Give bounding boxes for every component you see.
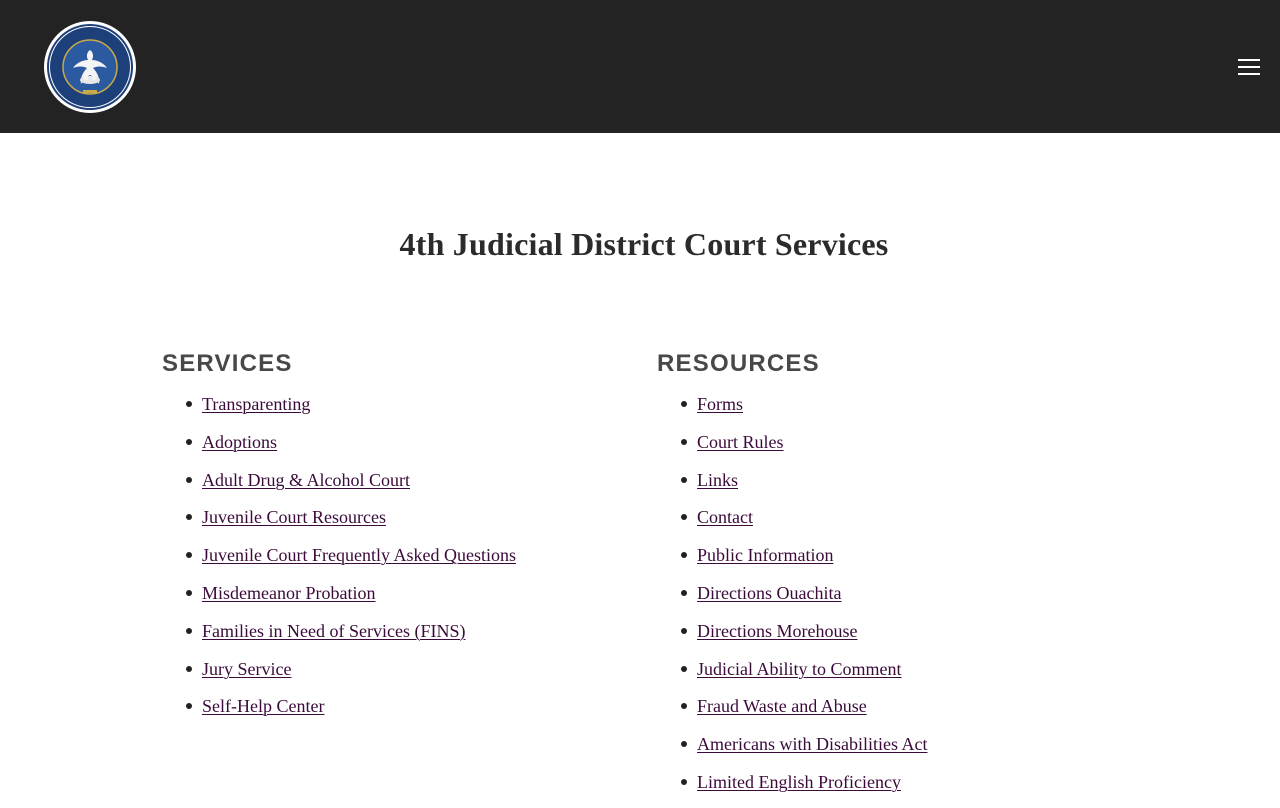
resource-link-links[interactable]: Links [697, 470, 738, 490]
resource-link-limited-english-proficiency[interactable]: Limited English Proficiency [697, 772, 901, 792]
resource-link-judicial-ability-to-comment[interactable]: Judicial Ability to Comment [697, 659, 902, 679]
list-item: Judicial Ability to Comment [657, 657, 927, 695]
louisiana-seal-icon [44, 21, 136, 113]
list-item: Fraud Waste and Abuse [657, 694, 927, 732]
resource-link-directions-ouachita[interactable]: Directions Ouachita [697, 583, 841, 603]
bullet-icon [186, 438, 192, 445]
list-item: Families in Need of Services (FINS) [162, 619, 516, 657]
list-item: Self-Help Center [162, 694, 516, 732]
service-link-transparenting[interactable]: Transparenting [202, 394, 310, 414]
bullet-icon [681, 741, 687, 748]
bullet-icon [186, 401, 192, 407]
bullet-icon [681, 703, 687, 710]
bullet-icon [186, 589, 192, 596]
service-link-juvenile-court-resources[interactable]: Juvenile Court Resources [202, 507, 386, 527]
list-item: Misdemeanor Probation [162, 581, 516, 619]
bullet-icon [681, 627, 687, 634]
service-link-misdemeanor-probation[interactable]: Misdemeanor Probation [202, 583, 375, 603]
list-item: Public Information [657, 543, 927, 581]
bullet-icon [186, 476, 192, 483]
list-item: Links [657, 468, 927, 506]
services-heading: SERVICES [162, 350, 293, 377]
service-link-self-help-center[interactable]: Self-Help Center [202, 696, 324, 716]
list-item: Limited English Proficiency [657, 770, 927, 808]
state-seal-logo[interactable] [43, 20, 137, 114]
resource-link-contact[interactable]: Contact [697, 507, 753, 527]
list-item: Juvenile Court Resources [162, 505, 516, 543]
resources-section: RESOURCES Forms Court Rules Links Contac… [657, 348, 1117, 792]
hamburger-menu-button[interactable] [1234, 54, 1264, 80]
service-link-fins[interactable]: Families in Need of Services (FINS) [202, 621, 465, 641]
resource-link-court-rules[interactable]: Court Rules [697, 432, 784, 452]
list-item: Forms [657, 392, 927, 430]
resource-link-forms[interactable]: Forms [697, 394, 743, 414]
bullet-icon [681, 476, 687, 483]
resource-link-fraud-waste-abuse[interactable]: Fraud Waste and Abuse [697, 696, 867, 716]
list-item: Jury Service [162, 657, 516, 695]
list-item: Americans with Disabilities Act [657, 732, 927, 770]
resource-link-public-information[interactable]: Public Information [697, 545, 833, 565]
service-link-adoptions[interactable]: Adoptions [202, 432, 277, 452]
list-item: Adoptions [162, 430, 516, 468]
list-item: Adult Drug & Alcohol Court [162, 468, 516, 506]
resource-link-ada[interactable]: Americans with Disabilities Act [697, 734, 927, 754]
bullet-icon [681, 778, 687, 785]
list-item: Court Rules [657, 430, 927, 468]
list-item: Transparenting [162, 392, 516, 430]
bullet-icon [186, 514, 192, 521]
bullet-icon [681, 514, 687, 521]
service-link-jury-service[interactable]: Jury Service [202, 659, 291, 679]
bullet-icon [186, 703, 192, 710]
bullet-icon [681, 589, 687, 596]
bullet-icon [186, 665, 192, 672]
service-link-juvenile-court-faq[interactable]: Juvenile Court Frequently Asked Question… [202, 545, 516, 565]
bullet-icon [186, 552, 192, 559]
bullet-icon [681, 438, 687, 445]
bullet-icon [681, 665, 687, 672]
bullet-icon [681, 401, 687, 407]
bullet-icon [186, 627, 192, 634]
services-section: SERVICES Transparenting Adoptions Adult … [162, 348, 622, 716]
page-title: 4th Judicial District Court Services [399, 226, 889, 262]
list-item: Juvenile Court Frequently Asked Question… [162, 543, 516, 581]
service-link-adult-drug-alcohol-court[interactable]: Adult Drug & Alcohol Court [202, 470, 410, 490]
services-list: Transparenting Adoptions Adult Drug & Al… [162, 392, 516, 732]
resource-link-directions-morehouse[interactable]: Directions Morehouse [697, 621, 857, 641]
site-header [0, 0, 1280, 133]
resources-heading: RESOURCES [657, 350, 820, 377]
list-item: Directions Ouachita [657, 581, 927, 619]
bullet-icon [681, 552, 687, 559]
list-item: Contact [657, 505, 927, 543]
resources-list: Forms Court Rules Links Contact Public I… [657, 392, 927, 808]
list-item: Directions Morehouse [657, 619, 927, 657]
